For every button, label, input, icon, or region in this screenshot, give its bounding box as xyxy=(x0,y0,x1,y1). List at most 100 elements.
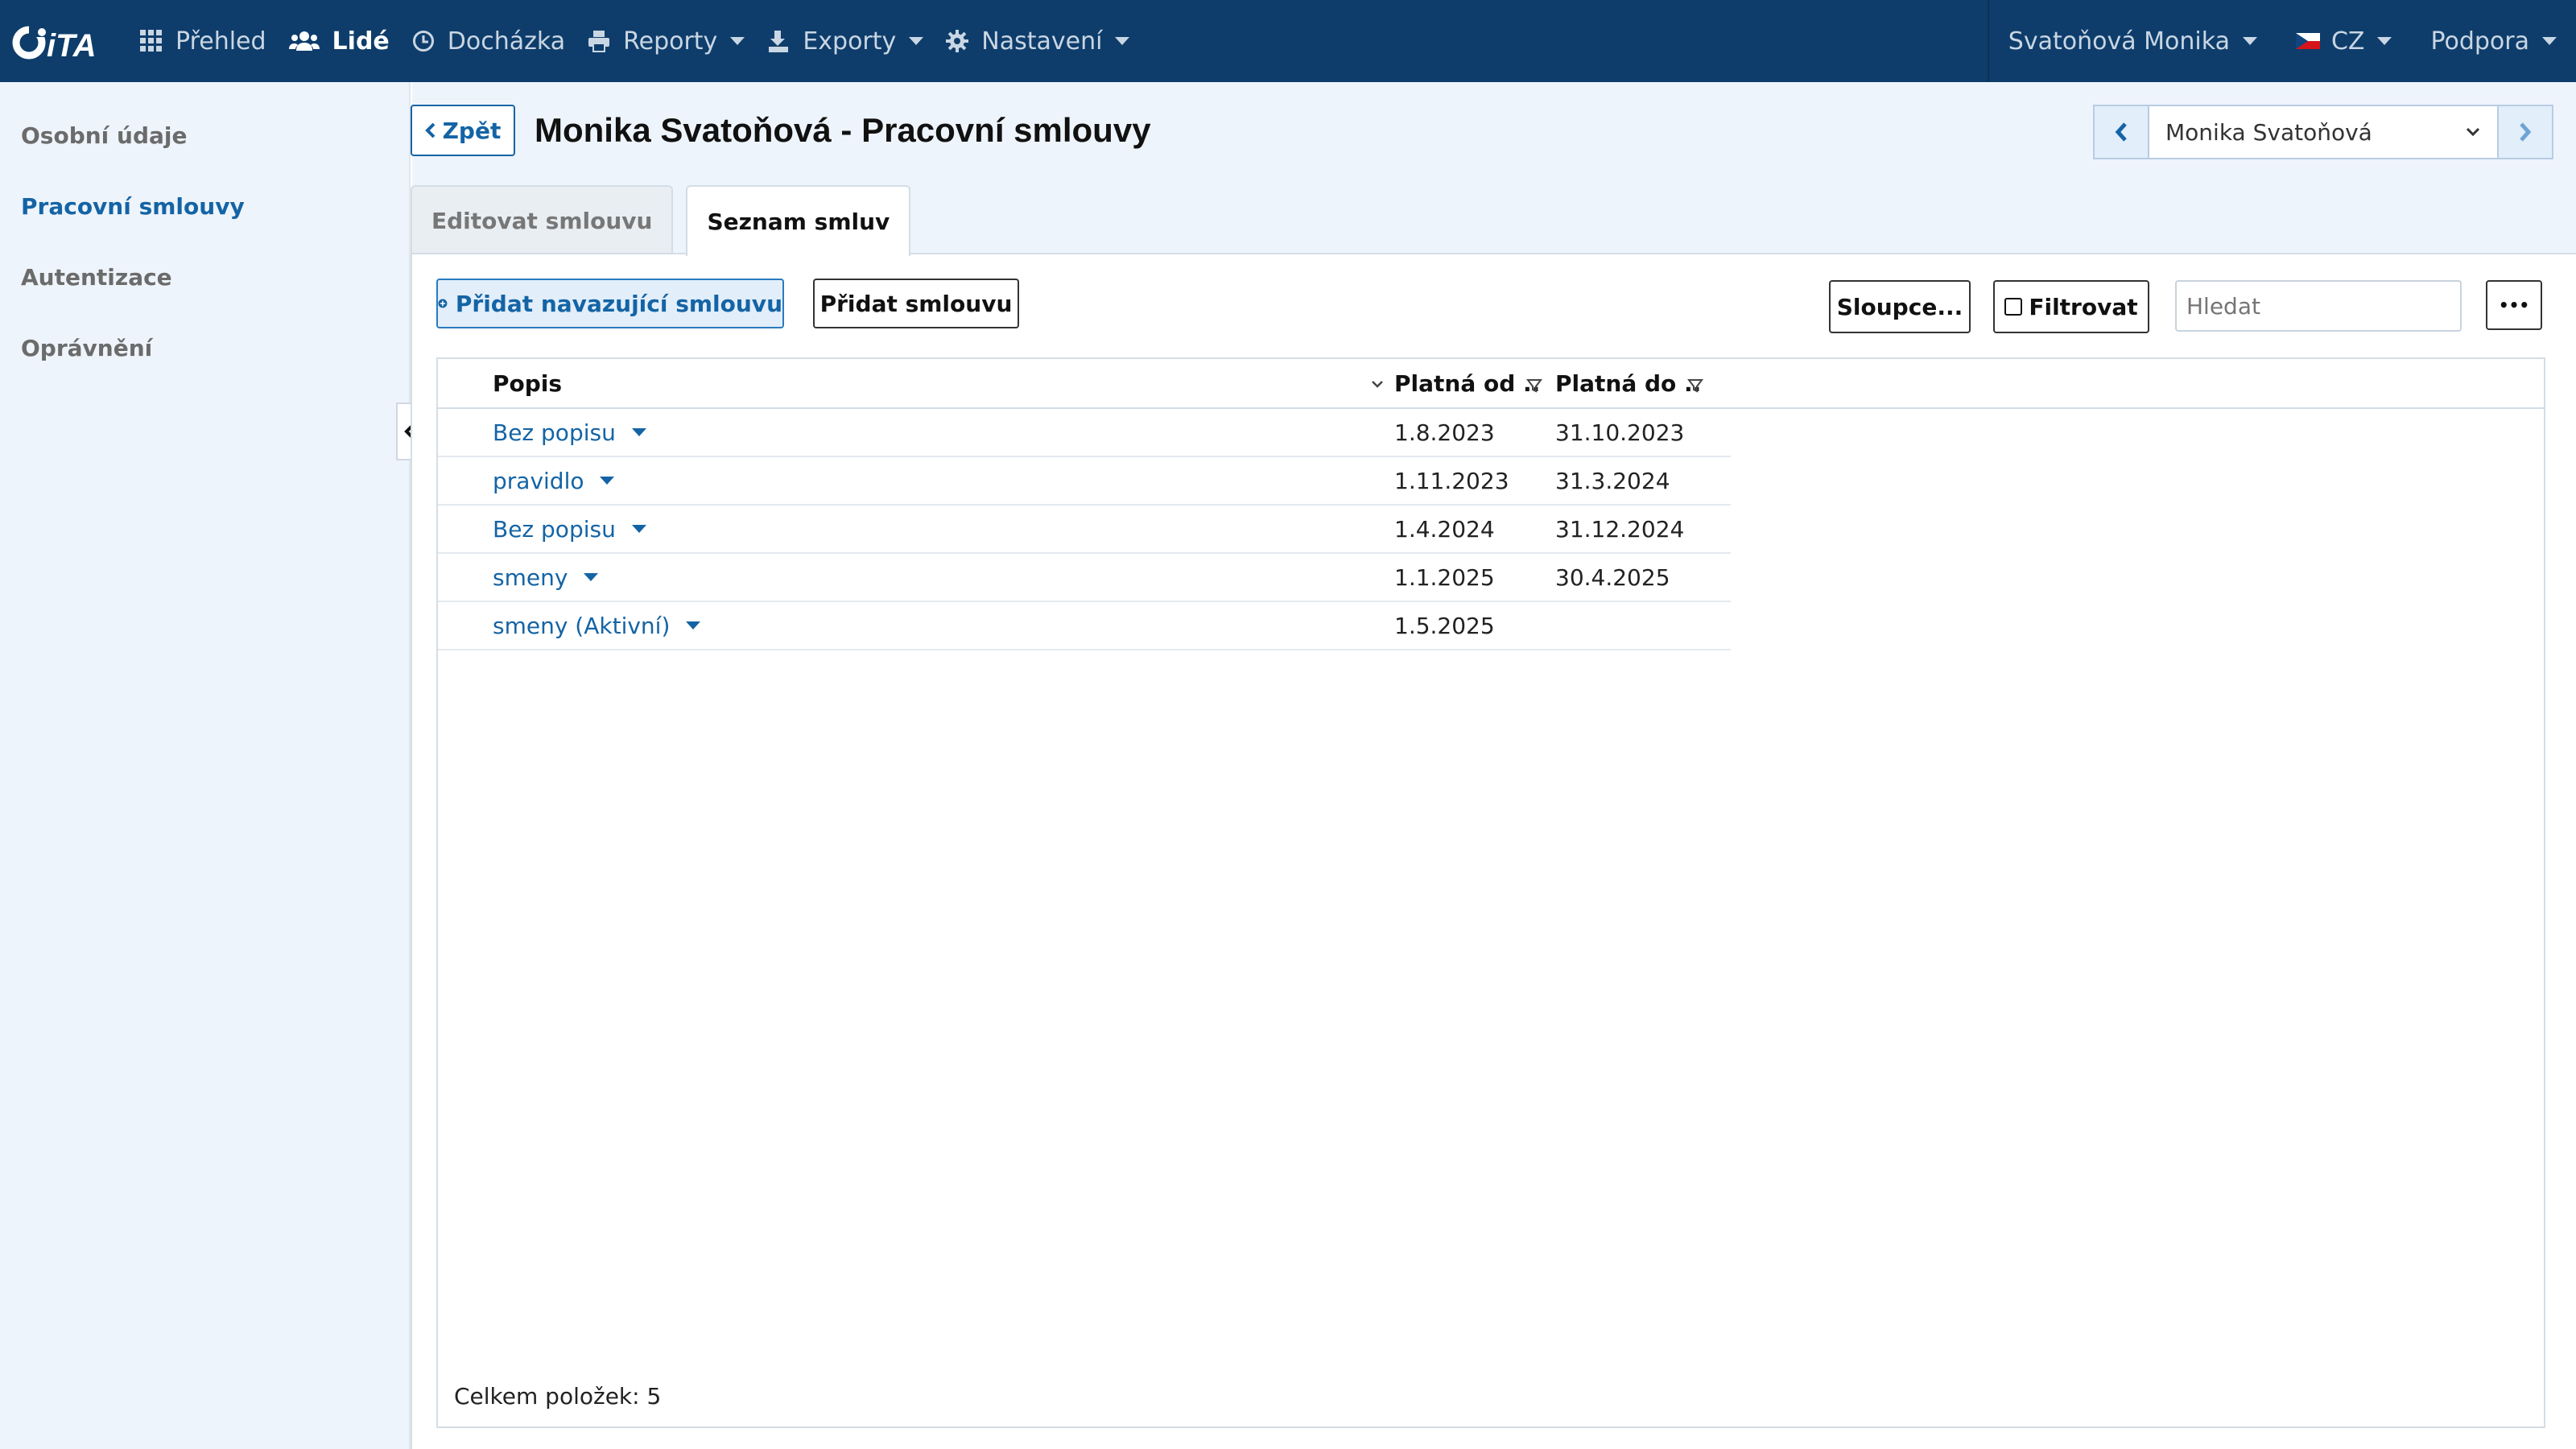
chevron-down-icon xyxy=(730,37,745,45)
nav-right: Svatoňová Monika CZ Podpora xyxy=(1987,0,2576,82)
row-platna-od: 1.4.2024 xyxy=(1394,515,1495,543)
caret-down-icon[interactable] xyxy=(600,477,615,485)
chevron-down-icon xyxy=(909,37,924,45)
chevron-left-icon xyxy=(424,122,436,138)
grid-icon xyxy=(140,30,163,52)
back-button[interactable]: Zpět xyxy=(411,105,515,156)
table-row[interactable]: Bez popisu 1.4.2024 31.12.2024 xyxy=(438,506,1731,554)
person-select-value: Monika Svatoňová xyxy=(2165,118,2372,146)
table-row[interactable]: smeny (Aktivní) 1.5.2025 xyxy=(438,602,1731,650)
nav-label: Reporty xyxy=(623,27,718,56)
support-label: Podpora xyxy=(2430,27,2529,56)
language-menu[interactable]: CZ xyxy=(2277,0,2412,82)
column-platna-od[interactable]: Platná od .. xyxy=(1394,359,1540,407)
nav-exporty[interactable]: Exporty xyxy=(756,0,935,82)
row-popis: Bez popisu xyxy=(493,419,616,446)
contract-description-link[interactable]: Bez popisu xyxy=(493,506,646,552)
table-row[interactable]: smeny 1.1.2025 30.4.2025 xyxy=(438,554,1731,602)
caret-down-icon[interactable] xyxy=(584,573,599,581)
filter-funnel-icon[interactable] xyxy=(1526,374,1542,394)
app-logo[interactable]: iTA xyxy=(0,0,129,82)
caret-down-icon[interactable] xyxy=(631,525,646,533)
row-platna-od: 1.1.2025 xyxy=(1394,564,1495,591)
sidebar: Osobní údaje Pracovní smlouvy Autentizac… xyxy=(0,82,411,1449)
sort-chevron-icon[interactable] xyxy=(1370,374,1385,394)
row-platna-od: 1.11.2023 xyxy=(1394,467,1509,494)
filter-label: Filtrovat xyxy=(2029,293,2138,320)
support-menu[interactable]: Podpora xyxy=(2411,0,2576,82)
main-nav: Přehled Lidé Docházka Reporty Exporty Na… xyxy=(129,0,1141,82)
sidebar-item-opravneni[interactable]: Oprávnění xyxy=(21,335,152,361)
nav-label: Lidé xyxy=(332,27,390,56)
sidebar-item-pracovni-smlouvy[interactable]: Pracovní smlouvy xyxy=(21,193,245,220)
row-platna-do: 30.4.2025 xyxy=(1555,564,1670,591)
gear-icon xyxy=(946,30,969,52)
chevron-down-icon xyxy=(2242,37,2257,45)
filter-button[interactable]: Filtrovat xyxy=(1993,280,2149,333)
chevron-down-icon xyxy=(2377,37,2392,45)
column-popis[interactable]: Popis xyxy=(493,359,562,407)
caret-down-icon[interactable] xyxy=(631,428,646,436)
filter-funnel-icon[interactable] xyxy=(1687,374,1703,394)
contracts-panel: Přidat navazující smlouvu Přidat smlouvu… xyxy=(411,253,2576,1449)
nav-nastaveni[interactable]: Nastavení xyxy=(935,0,1141,82)
checkbox-icon xyxy=(2004,298,2023,316)
tab-bar: Editovat smlouvu Seznam smluv xyxy=(411,185,923,256)
table-row[interactable]: Bez popisu 1.8.2023 31.10.2023 xyxy=(438,409,1731,457)
total-items-count: Celkem položek: 5 xyxy=(454,1383,662,1410)
row-popis: smeny (Aktivní) xyxy=(493,612,671,639)
sidebar-item-autentizace[interactable]: Autentizace xyxy=(21,264,172,291)
nav-label: Exporty xyxy=(803,27,897,56)
row-platna-do: 31.10.2023 xyxy=(1555,419,1685,446)
cita-logo-icon: iTA xyxy=(12,26,96,61)
next-person-button[interactable] xyxy=(2497,105,2553,159)
nav-reporty[interactable]: Reporty xyxy=(576,0,756,82)
search-input[interactable] xyxy=(2175,280,2462,332)
caret-down-icon[interactable] xyxy=(686,621,701,630)
export-icon xyxy=(767,29,790,53)
users-icon xyxy=(288,30,320,52)
table-row[interactable]: pravidlo 1.11.2023 31.3.2024 xyxy=(438,457,1731,506)
print-icon xyxy=(588,30,610,52)
czech-flag-icon xyxy=(2295,33,2320,49)
contract-description-link[interactable]: smeny xyxy=(493,554,599,601)
more-options-button[interactable]: ••• xyxy=(2486,280,2542,330)
nav-dochazka[interactable]: Docházka xyxy=(401,0,576,82)
column-platna-do[interactable]: Platná do .. xyxy=(1555,359,1701,407)
row-platna-do: 31.12.2024 xyxy=(1555,515,1685,543)
page-title: Monika Svatoňová - Pracovní smlouvy xyxy=(535,111,1151,149)
add-follow-label: Přidat navazující smlouvu xyxy=(455,290,782,317)
chevron-down-icon xyxy=(2466,127,2480,137)
back-label: Zpět xyxy=(442,117,502,144)
chevron-right-icon xyxy=(2520,122,2532,142)
add-follow-contract-button[interactable]: Přidat navazující smlouvu xyxy=(436,279,784,328)
previous-person-button[interactable] xyxy=(2093,105,2149,159)
contracts-table: Popis Platná od .. Platná do .. Bez popi… xyxy=(436,357,2545,1428)
row-popis: Bez popisu xyxy=(493,515,616,543)
nav-lide[interactable]: Lidé xyxy=(278,0,401,82)
person-select[interactable]: Monika Svatoňová xyxy=(2149,105,2497,159)
user-menu[interactable]: Svatoňová Monika xyxy=(1989,0,2277,82)
svg-text:iTA: iTA xyxy=(47,28,96,61)
sidebar-item-osobni-udaje[interactable]: Osobní údaje xyxy=(21,122,188,149)
plus-circle-icon xyxy=(438,299,448,308)
row-popis: pravidlo xyxy=(493,467,584,494)
columns-button[interactable]: Sloupce... xyxy=(1829,280,1971,333)
clock-icon xyxy=(412,30,435,52)
contract-description-link[interactable]: Bez popisu xyxy=(493,409,646,456)
nav-label: Nastavení xyxy=(981,27,1103,56)
contract-description-link[interactable]: smeny (Aktivní) xyxy=(493,602,701,649)
row-popis: smeny xyxy=(493,564,568,591)
tab-seznam-smluv[interactable]: Seznam smluv xyxy=(686,185,911,256)
add-contract-button[interactable]: Přidat smlouvu xyxy=(813,279,1019,328)
chevron-down-icon xyxy=(1115,37,1130,45)
nav-prehled[interactable]: Přehled xyxy=(129,0,278,82)
user-name: Svatoňová Monika xyxy=(2008,27,2230,56)
top-navbar: iTA Přehled Lidé Docházka Reporty Export… xyxy=(0,0,2576,82)
table-header: Popis Platná od .. Platná do .. xyxy=(438,359,2544,409)
contract-description-link[interactable]: pravidlo xyxy=(493,457,615,504)
nav-label: Docházka xyxy=(447,27,566,56)
nav-label: Přehled xyxy=(175,27,266,56)
row-platna-od: 1.5.2025 xyxy=(1394,612,1495,639)
tab-editovat-smlouvu[interactable]: Editovat smlouvu xyxy=(411,185,674,254)
